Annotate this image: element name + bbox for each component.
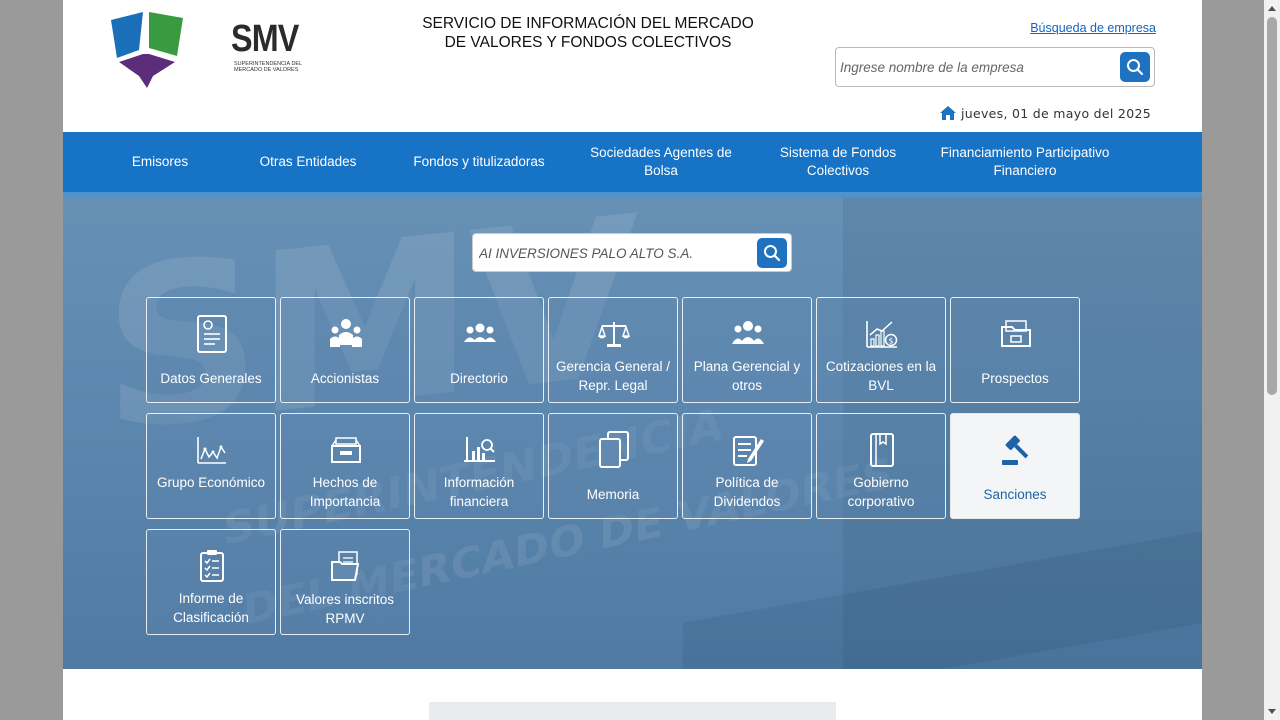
tile-label: Información financiera — [443, 475, 515, 509]
tile-valores-inscritos[interactable]: Valores inscritos RPMV — [280, 529, 410, 635]
tile-label: Prospectos — [981, 371, 1049, 386]
nav-item-otras-entidades[interactable]: Otras Entidades — [245, 132, 371, 192]
documents-icon — [594, 430, 634, 470]
tile-gobierno-corporativo[interactable]: Gobierno corporativo — [816, 413, 946, 519]
current-date: jueves, 01 de mayo del 2025 — [961, 105, 1151, 121]
busqueda-empresa-link[interactable]: Búsqueda de empresa — [1030, 21, 1156, 35]
group-icon — [460, 314, 500, 354]
tile-informacion-financiera[interactable]: Información financiera — [414, 413, 544, 519]
tile-cotizaciones-bvl[interactable]: $ Cotizaciones en la BVL — [816, 297, 946, 403]
scroll-down-arrow-icon[interactable] — [1267, 708, 1277, 716]
nav-item-sistema-fondos[interactable]: Sistema de Fondos Colectivos — [773, 132, 903, 192]
financial-chart-icon — [460, 430, 500, 470]
nav-item-sociedades-agentes[interactable]: Sociedades Agentes de Bolsa — [588, 132, 734, 192]
tile-memoria[interactable]: Memoria — [548, 413, 678, 519]
tile-prospectos[interactable]: Prospectos — [950, 297, 1080, 403]
company-search-input[interactable] — [479, 241, 749, 265]
tile-label: Accionistas — [310, 371, 380, 386]
logo-text: SMV — [231, 18, 299, 60]
folder-icon — [996, 314, 1036, 354]
tile-hechos-importancia[interactable]: Hechos de Importancia — [280, 413, 410, 519]
page: SMV SUPERINTENDENCIA DEL MERCADO DE VALO… — [63, 0, 1202, 720]
smv-emblem-icon — [111, 12, 183, 88]
nav-item-emisores[interactable]: Emisores — [110, 132, 210, 192]
tile-label: Valores inscritos RPMV — [295, 592, 395, 626]
edit-document-icon — [728, 430, 768, 470]
tile-grupo-economico[interactable]: Grupo Económico — [146, 413, 276, 519]
team-icon — [728, 314, 768, 354]
scale-icon — [594, 314, 634, 354]
tile-label: Cotizaciones en la BVL — [825, 359, 937, 393]
chart-coin-icon: $ — [862, 314, 902, 354]
tile-gerencia-general[interactable]: Gerencia General / Repr. Legal — [548, 297, 678, 403]
tile-datos-generales[interactable]: Datos Generales — [146, 297, 276, 403]
tile-label: Informe de Clasificación — [173, 591, 249, 625]
tile-label: Hechos de Importancia — [309, 475, 381, 509]
search-icon — [764, 245, 781, 262]
scroll-up-arrow-icon[interactable] — [1267, 4, 1277, 12]
content-card-header — [429, 702, 836, 720]
tile-label: Gobierno corporativo — [847, 475, 915, 509]
book-icon — [862, 430, 902, 470]
home-icon[interactable] — [939, 105, 957, 121]
svg-text:$: $ — [888, 337, 893, 346]
tile-label: Plana Gerencial y otros — [693, 359, 801, 393]
nav-item-fondos-titulizadoras[interactable]: Fondos y titulizadoras — [403, 132, 555, 192]
checklist-icon — [192, 546, 232, 586]
gavel-icon — [996, 430, 1036, 470]
main-nav: Emisores Otras Entidades Fondos y tituli… — [63, 132, 1202, 192]
smv-logo[interactable]: SMV SUPERINTENDENCIA DEL MERCADO DE VALO… — [109, 8, 302, 90]
tile-label: Sanciones — [983, 487, 1047, 502]
header-search-input[interactable] — [840, 55, 1110, 79]
company-search-button[interactable] — [757, 238, 787, 268]
files-icon — [326, 546, 366, 586]
hero-section: SMV SUPERINTENDENCIA DEL MERCADO DE VALO… — [63, 197, 1202, 669]
page-scrollbar[interactable] — [1264, 0, 1280, 720]
tile-label: Gerencia General / Repr. Legal — [555, 359, 671, 393]
date-row: jueves, 01 de mayo del 2025 — [939, 104, 1151, 122]
content-card — [80, 686, 1185, 720]
service-title-line1: SERVICIO DE INFORMACIÓN DEL MERCADO — [422, 15, 754, 32]
company-search-box — [472, 233, 792, 272]
header-search-button[interactable] — [1120, 52, 1150, 82]
search-icon — [1127, 59, 1144, 76]
tile-label: Directorio — [450, 371, 508, 386]
line-chart-icon — [192, 430, 232, 470]
tile-label: Política de Dividendos — [713, 475, 781, 509]
scrollbar-thumb[interactable] — [1267, 17, 1277, 395]
tile-label: Datos Generales — [160, 371, 262, 386]
header: SMV SUPERINTENDENCIA DEL MERCADO DE VALO… — [63, 0, 1202, 132]
nav-item-financiamiento[interactable]: Financiamiento Participativo Financiero — [935, 132, 1115, 192]
logo-subtitle: SUPERINTENDENCIA DEL MERCADO DE VALORES — [234, 61, 302, 74]
service-title: SERVICIO DE INFORMACIÓN DEL MERCADO DE V… — [409, 10, 767, 58]
tile-directorio[interactable]: Directorio — [414, 297, 544, 403]
tile-politica-dividendos[interactable]: Política de Dividendos — [682, 413, 812, 519]
tile-label: Grupo Económico — [156, 475, 266, 490]
shareholders-icon — [326, 314, 366, 354]
tile-informe-clasificacion[interactable]: Informe de Clasificación — [146, 529, 276, 635]
inbox-icon — [326, 430, 366, 470]
service-title-line2: DE VALORES Y FONDOS COLECTIVOS — [444, 34, 732, 51]
certificate-icon — [192, 314, 232, 354]
tile-accionistas[interactable]: Accionistas — [280, 297, 410, 403]
tile-sanciones[interactable]: Sanciones — [950, 413, 1080, 519]
header-search-box — [835, 47, 1155, 87]
tile-plana-gerencial[interactable]: Plana Gerencial y otros — [682, 297, 812, 403]
tile-label: Memoria — [586, 487, 640, 502]
